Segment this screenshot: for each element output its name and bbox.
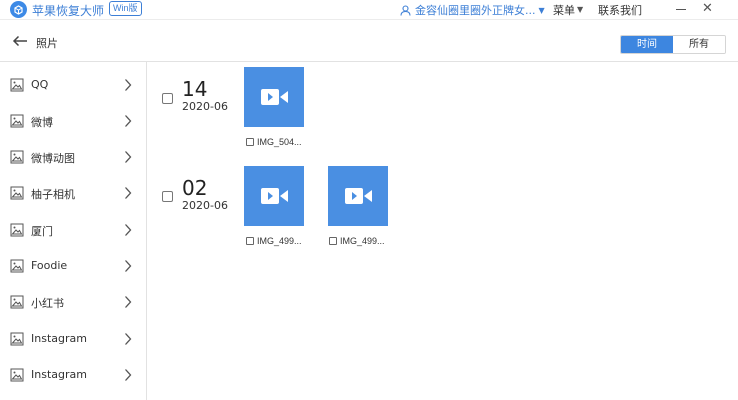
chevron-right-icon	[125, 333, 132, 345]
image-icon	[10, 368, 24, 382]
sidebar-item-weibo-gif[interactable]: 微博动图	[0, 140, 147, 176]
image-icon	[10, 78, 24, 92]
sidebar-item-label: Instagram	[31, 368, 87, 381]
chevron-right-icon	[125, 224, 132, 236]
image-icon	[10, 223, 24, 237]
image-icon	[10, 295, 24, 309]
chevron-right-icon	[125, 115, 132, 127]
page-title: 照片	[36, 37, 58, 50]
file-name: IMG_499...	[340, 236, 385, 246]
item-checkbox[interactable]	[246, 138, 254, 146]
caret-down-icon: ▼	[538, 5, 545, 15]
sidebar-item-label: Foodie	[31, 259, 68, 272]
toolbar: 照片 时间 所有	[0, 21, 738, 62]
image-icon	[10, 259, 24, 273]
thumbnail-caption: IMG_504...	[246, 137, 302, 147]
group-checkbox[interactable]	[162, 93, 173, 104]
sidebar-item-xiaohongshu[interactable]: 小红书	[0, 285, 147, 321]
sidebar-item-label: 微博	[31, 116, 53, 129]
sidebar: QQ 微博 微博动图 柚子相机 厦门 Foodie 小红书 Instagram	[0, 62, 147, 400]
group-month: 2020-06	[182, 100, 228, 113]
group-day: 02	[182, 176, 208, 200]
sidebar-item-label: 小红书	[31, 297, 64, 310]
title-bar: 苹果恢复大师 Win版 金容仙圈里圈外正牌女... ▼ 菜单 ▼ 联系我们 ✕	[0, 0, 738, 20]
sidebar-item-qq[interactable]: QQ	[0, 68, 147, 104]
menu-button[interactable]: 菜单	[553, 2, 575, 18]
chevron-right-icon	[125, 187, 132, 199]
video-thumbnail[interactable]	[244, 67, 304, 127]
group-day: 14	[182, 77, 208, 101]
user-menu[interactable]: 金容仙圈里圈外正牌女... ▼	[400, 2, 545, 18]
item-checkbox[interactable]	[329, 237, 337, 245]
sidebar-item-instagram[interactable]: Instagram	[0, 322, 147, 358]
view-toggle: 时间 所有	[620, 35, 726, 54]
sidebar-item-label: 厦门	[31, 225, 53, 238]
file-name: IMG_499...	[257, 236, 302, 246]
sidebar-item-label: 微博动图	[31, 152, 75, 165]
chevron-right-icon	[125, 151, 132, 163]
sidebar-item-foodie[interactable]: Foodie	[0, 249, 147, 285]
sidebar-item-label: QQ	[31, 78, 49, 91]
video-thumbnail[interactable]	[328, 166, 388, 226]
thumbnail-caption: IMG_499...	[329, 236, 385, 246]
image-icon	[10, 332, 24, 346]
sidebar-item-weibo[interactable]: 微博	[0, 104, 147, 140]
chevron-right-icon	[125, 79, 132, 91]
image-icon	[10, 186, 24, 200]
app-logo	[10, 1, 27, 18]
sidebar-item-instagram-2[interactable]: Instagram	[0, 358, 147, 394]
image-icon	[10, 114, 24, 128]
sidebar-item-xiamen[interactable]: 厦门	[0, 213, 147, 249]
sidebar-item-label: Instagram	[31, 332, 87, 345]
tab-all[interactable]: 所有	[673, 36, 725, 53]
app-title: 苹果恢复大师	[32, 4, 105, 18]
video-camera-icon	[261, 188, 288, 204]
video-camera-icon	[345, 188, 372, 204]
close-icon[interactable]: ✕	[702, 2, 713, 16]
tab-time[interactable]: 时间	[621, 36, 673, 53]
contact-us-link[interactable]: 联系我们	[598, 2, 642, 18]
item-checkbox[interactable]	[246, 237, 254, 245]
thumbnail-caption: IMG_499...	[246, 236, 302, 246]
chevron-right-icon	[125, 369, 132, 381]
caret-down-icon: ▼	[577, 5, 584, 14]
user-name: 金容仙圈里圈外正牌女...	[415, 4, 536, 17]
chevron-right-icon	[125, 260, 132, 272]
sidebar-item-label: 柚子相机	[31, 188, 75, 201]
video-thumbnail[interactable]	[244, 166, 304, 226]
video-camera-icon	[261, 89, 288, 105]
group-checkbox[interactable]	[162, 191, 173, 202]
file-name: IMG_504...	[257, 137, 302, 147]
sidebar-item-youzi-camera[interactable]: 柚子相机	[0, 176, 147, 212]
chevron-right-icon	[125, 296, 132, 308]
version-badge: Win版	[109, 1, 142, 16]
user-icon	[400, 4, 411, 16]
group-month: 2020-06	[182, 199, 228, 212]
image-icon	[10, 150, 24, 164]
minimize-icon[interactable]	[676, 9, 686, 10]
back-arrow-icon[interactable]	[12, 35, 28, 47]
